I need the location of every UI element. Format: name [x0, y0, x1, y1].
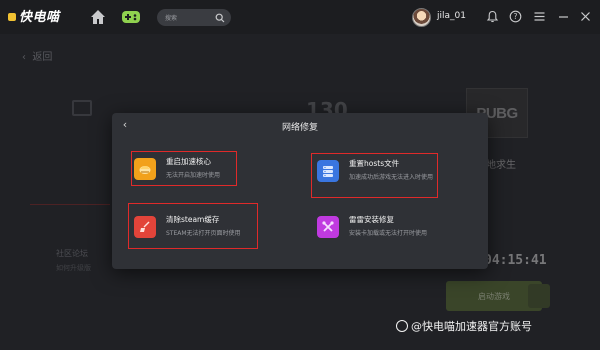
highlight-box [128, 203, 258, 249]
gamepad-icon[interactable] [121, 7, 141, 27]
repair-tools-icon [317, 215, 339, 238]
search-input[interactable]: 搜索 [157, 9, 231, 26]
home-icon[interactable] [88, 7, 108, 27]
search-placeholder: 搜索 [165, 15, 178, 22]
watermark: @快电喵加速器官方账号 [396, 318, 532, 334]
minimize-icon[interactable] [557, 10, 570, 23]
install-repair-option[interactable]: 雷雷安装修复 安装卡加载或无法打开时使用 [317, 214, 427, 239]
menu-icon[interactable] [533, 10, 546, 23]
highlight-box [131, 151, 237, 186]
close-icon[interactable] [579, 10, 592, 23]
app-logo[interactable]: 快电喵 [8, 6, 60, 25]
option-title: 雷雷安装修复 [349, 215, 394, 224]
option-desc: 安装卡加载或无法打开时使用 [349, 230, 428, 237]
bell-icon[interactable] [486, 10, 499, 23]
svg-text:?: ? [514, 12, 518, 21]
search-icon[interactable] [215, 13, 225, 23]
highlight-box [311, 153, 438, 198]
dialog-title: 网络修复 [281, 123, 318, 133]
help-icon[interactable]: ? [509, 10, 522, 23]
username[interactable]: jila_01 [437, 11, 466, 21]
avatar[interactable] [412, 8, 431, 27]
title-bar: 快电喵 搜索 jila_01 ? [0, 0, 600, 34]
